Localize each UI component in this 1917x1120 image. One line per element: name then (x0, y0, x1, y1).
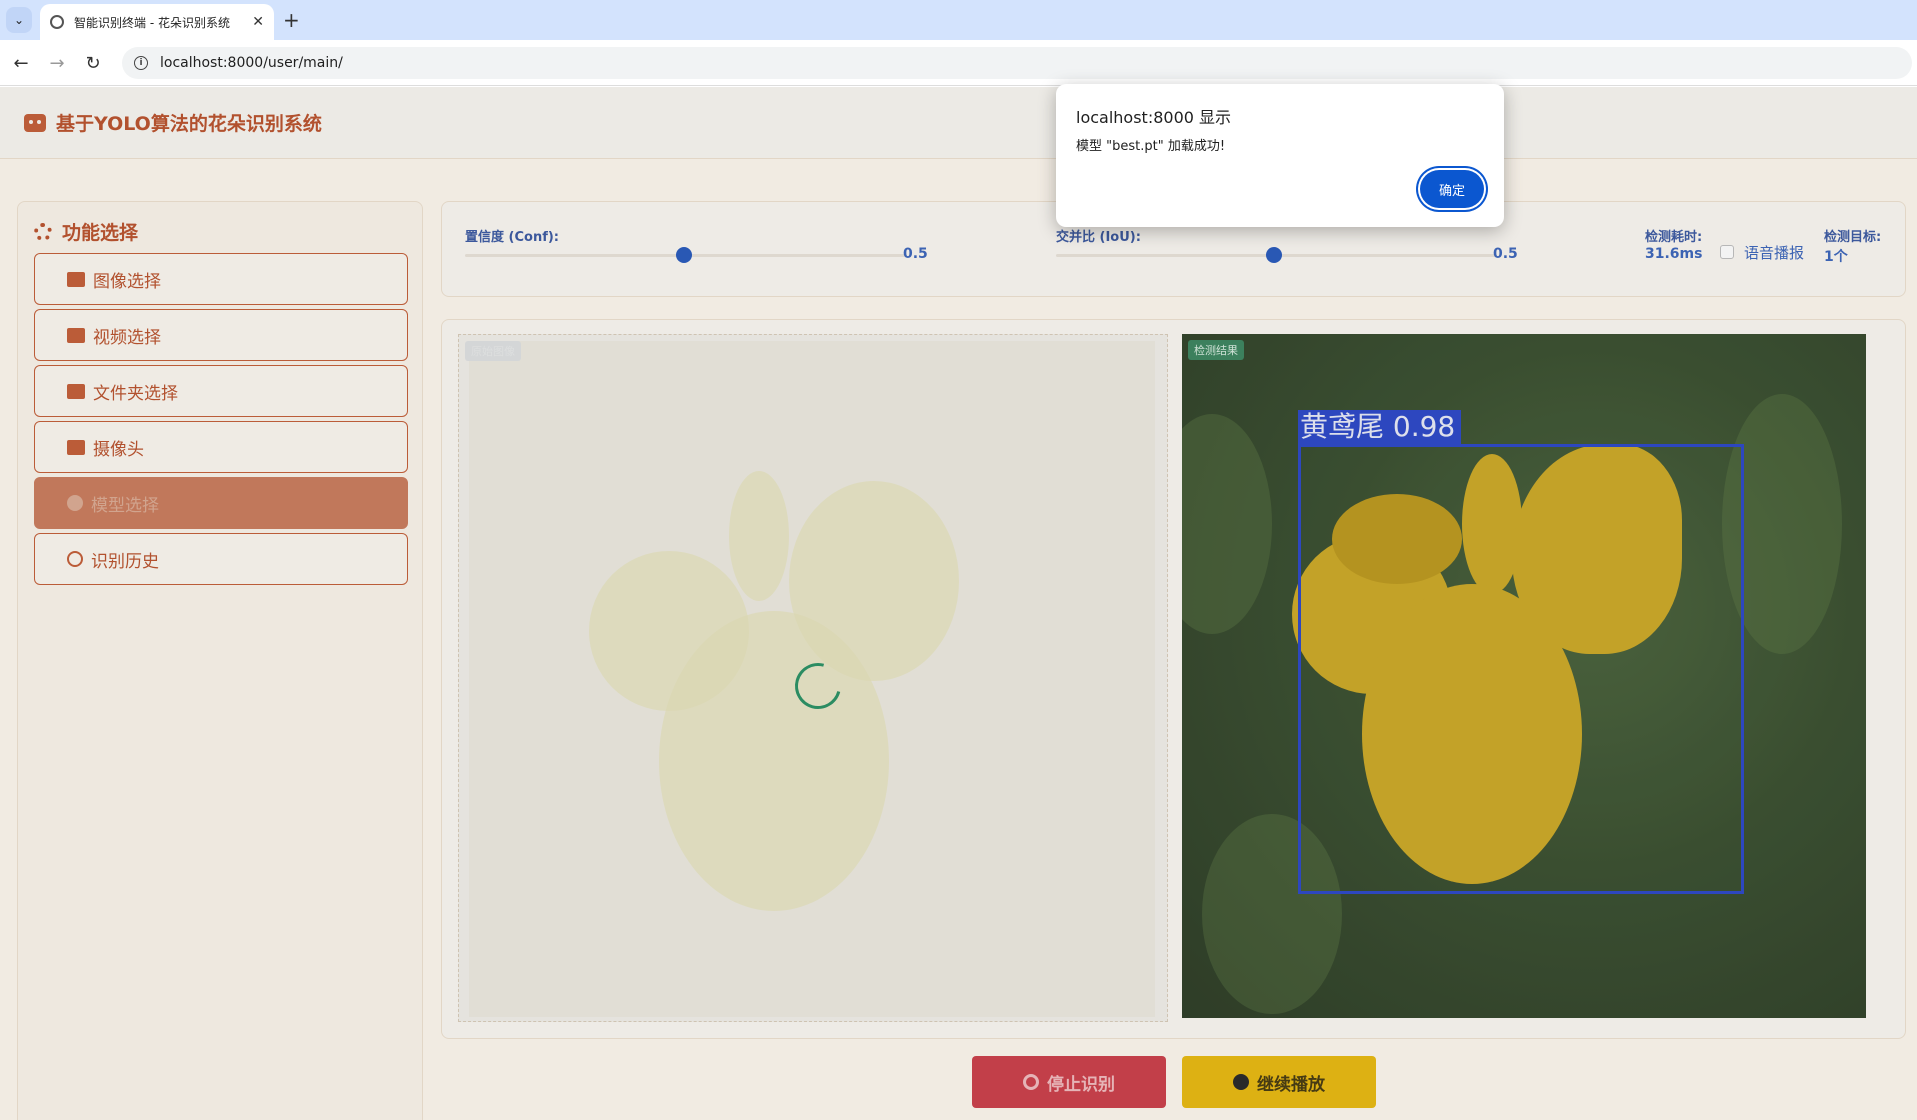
info-icon[interactable]: i (134, 56, 148, 70)
dialog-title: localhost:8000 显示 (1076, 108, 1232, 127)
arrow-left-icon: ← (13, 52, 29, 74)
url-text: localhost:8000/user/main/ (160, 55, 343, 71)
browser-tab[interactable]: 智能识别终端 - 花朵识别系统 ✕ (40, 4, 274, 40)
chevron-down-icon: ⌄ (13, 13, 25, 27)
dialog-message: 模型 "best.pt" 加载成功! (1076, 139, 1226, 154)
forward-button[interactable]: → (44, 50, 70, 76)
reload-button[interactable]: ↻ (80, 50, 106, 76)
modal-overlay (0, 87, 1917, 1120)
tab-search-button[interactable]: ⌄ (6, 7, 32, 33)
url-input[interactable]: i localhost:8000/user/main/ (122, 47, 1912, 79)
arrow-right-icon: → (49, 52, 65, 74)
tab-title: 智能识别终端 - 花朵识别系统 (74, 15, 230, 30)
reload-icon: ↻ (85, 52, 101, 74)
globe-icon (50, 15, 64, 29)
address-bar: ← → ↻ i localhost:8000/user/main/ (0, 40, 1917, 86)
close-icon[interactable]: ✕ (252, 14, 264, 30)
back-button[interactable]: ← (8, 50, 34, 76)
dialog-ok-button[interactable]: 确定 (1420, 170, 1484, 208)
alert-dialog: localhost:8000 显示 模型 "best.pt" 加载成功! 确定 (1056, 84, 1504, 227)
new-tab-button[interactable]: + (283, 8, 300, 32)
browser-tab-strip: ⌄ 智能识别终端 - 花朵识别系统 ✕ + (0, 0, 1917, 40)
